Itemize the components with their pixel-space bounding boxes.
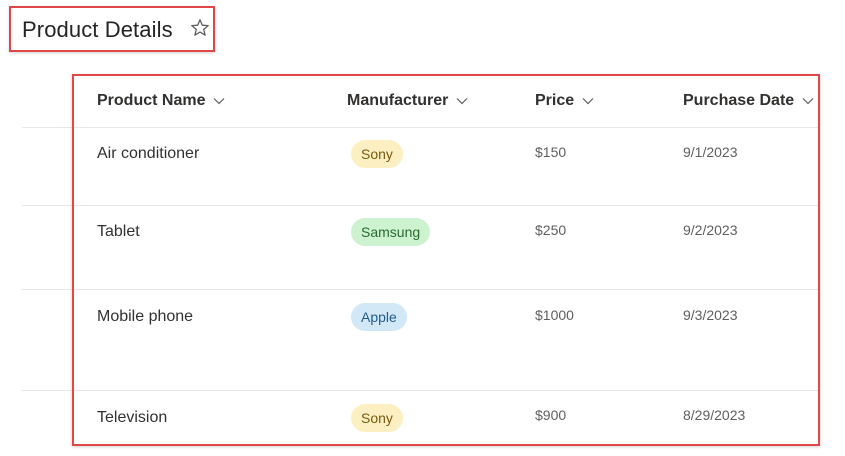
price-cell: $1000 [535, 307, 574, 323]
manufacturer-pill: Sony [351, 404, 403, 432]
chevron-down-icon [582, 98, 594, 105]
row-divider [22, 289, 820, 290]
manufacturer-pill: Sony [351, 140, 403, 168]
column-header-price[interactable]: Price [535, 90, 594, 112]
column-header-label: Price [535, 92, 575, 109]
star-outline-icon[interactable] [190, 18, 210, 38]
purchase-date-cell: 9/2/2023 [683, 222, 738, 238]
product-name-cell: Television [97, 409, 168, 426]
chevron-down-icon [456, 98, 468, 105]
column-header-purchase-date[interactable]: Purchase Date [683, 90, 814, 112]
column-header-product-name[interactable]: Product Name [97, 90, 225, 112]
column-header-label: Manufacturer [347, 92, 449, 109]
chevron-down-icon [214, 98, 225, 105]
price-cell: $150 [535, 144, 567, 160]
manufacturer-pill: Samsung [351, 218, 431, 246]
purchase-date-cell: 9/1/2023 [683, 144, 738, 160]
row-divider [22, 205, 820, 206]
purchase-date-cell: 8/29/2023 [683, 407, 746, 423]
page-title: Product Details [22, 17, 173, 42]
list-page: Product Details Product Name Manufacture… [0, 0, 845, 456]
product-name-cell: Mobile phone [97, 308, 194, 325]
product-name-cell: Air conditioner [97, 145, 200, 162]
column-header-label: Purchase Date [683, 92, 795, 109]
purchase-date-cell: 9/3/2023 [683, 307, 738, 323]
price-cell: $250 [535, 222, 567, 238]
header-divider [22, 127, 820, 128]
manufacturer-pill: Apple [351, 303, 407, 331]
product-name-cell: Tablet [97, 223, 140, 240]
chevron-down-icon [802, 98, 814, 105]
row-divider [22, 390, 820, 391]
column-header-label: Product Name [97, 92, 206, 109]
column-header-manufacturer[interactable]: Manufacturer [347, 90, 468, 112]
price-cell: $900 [535, 407, 567, 423]
